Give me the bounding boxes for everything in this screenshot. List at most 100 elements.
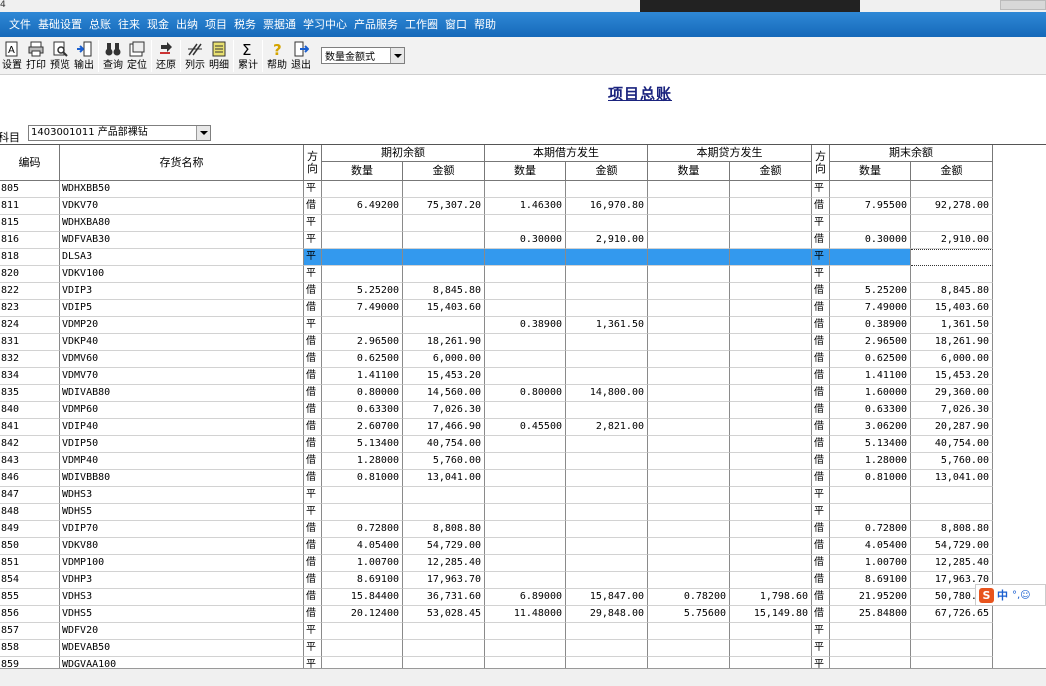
table-row[interactable]: 855 VDHS3 借 15.84400 36,731.60 6.89000 15,847.… <box>0 589 1046 606</box>
cell-opening-amount[interactable]: 13,041.00 <box>403 470 485 487</box>
cell-code[interactable]: 847 <box>0 487 60 504</box>
cell-name[interactable]: VDKV100 <box>60 266 304 283</box>
cell-name[interactable]: VDKV80 <box>60 538 304 555</box>
cell-debit-amount[interactable] <box>566 334 648 351</box>
cell-credit-amount[interactable] <box>730 555 812 572</box>
cell-credit-amount[interactable] <box>730 283 812 300</box>
cell-opening-amount[interactable] <box>403 623 485 640</box>
cell-direction[interactable]: 借 <box>304 385 322 402</box>
cell-debit-amount[interactable] <box>566 640 648 657</box>
table-row[interactable]: 824 VDMP20 平 0.38900 1,361.50 借 0.38900 1,361.5… <box>0 317 1046 334</box>
cell-closing-qty[interactable]: 3.06200 <box>830 419 911 436</box>
cell-debit-amount[interactable]: 29,848.00 <box>566 606 648 623</box>
table-row[interactable]: 854 VDHP3 借 8.69100 17,963.70 借 8.69100 17,963.… <box>0 572 1046 589</box>
cell-opening-amount[interactable] <box>403 266 485 283</box>
cell-direction[interactable]: 借 <box>304 402 322 419</box>
cell-credit-amount[interactable] <box>730 232 812 249</box>
cell-credit-qty[interactable] <box>648 232 730 249</box>
table-row[interactable]: 856 VDHS5 借 20.12400 53,028.45 11.48000 29,848… <box>0 606 1046 623</box>
sigma-button[interactable]: Σ 累计 <box>236 37 260 73</box>
binoculars-button[interactable]: 查询 <box>101 37 125 73</box>
table-row[interactable]: 851 VDMP100 借 1.00700 12,285.40 借 1.00700 12,28… <box>0 555 1046 572</box>
cell-opening-qty[interactable] <box>322 215 403 232</box>
cell-credit-amount[interactable] <box>730 181 812 198</box>
cell-credit-qty[interactable]: 0.78200 <box>648 589 730 606</box>
cell-debit-qty[interactable] <box>485 334 566 351</box>
cell-closing-direction[interactable]: 借 <box>812 317 830 334</box>
cell-opening-qty[interactable] <box>322 232 403 249</box>
cell-closing-amount[interactable]: 8,808.80 <box>911 521 993 538</box>
cell-opening-qty[interactable]: 1.41100 <box>322 368 403 385</box>
cell-closing-amount[interactable] <box>911 266 993 283</box>
cell-code[interactable]: 816 <box>0 232 60 249</box>
cell-credit-amount[interactable] <box>730 538 812 555</box>
menu-item[interactable]: 帮助 <box>474 14 496 36</box>
cell-credit-qty[interactable] <box>648 402 730 419</box>
cell-code[interactable]: 851 <box>0 555 60 572</box>
cell-credit-amount[interactable] <box>730 385 812 402</box>
cell-credit-amount[interactable] <box>730 419 812 436</box>
cell-direction[interactable]: 借 <box>304 453 322 470</box>
cell-credit-qty[interactable] <box>648 436 730 453</box>
cell-closing-qty[interactable]: 1.00700 <box>830 555 911 572</box>
cell-code[interactable]: 849 <box>0 521 60 538</box>
cell-debit-amount[interactable] <box>566 555 648 572</box>
cell-name[interactable]: WDHXBB50 <box>60 181 304 198</box>
cell-credit-qty[interactable] <box>648 249 730 266</box>
cell-closing-qty[interactable] <box>830 504 911 521</box>
table-row[interactable]: 834 VDMV70 借 1.41100 15,453.20 借 1.41100 15,453… <box>0 368 1046 385</box>
cell-closing-direction[interactable]: 借 <box>812 300 830 317</box>
cell-debit-qty[interactable] <box>485 436 566 453</box>
cell-code[interactable]: 842 <box>0 436 60 453</box>
cell-credit-qty[interactable] <box>648 351 730 368</box>
cell-opening-amount[interactable] <box>403 640 485 657</box>
cell-code[interactable]: 820 <box>0 266 60 283</box>
cell-debit-amount[interactable]: 15,847.00 <box>566 589 648 606</box>
cell-closing-qty[interactable]: 0.63300 <box>830 402 911 419</box>
cell-code[interactable]: 840 <box>0 402 60 419</box>
menu-item[interactable]: 工作圈 <box>405 14 438 36</box>
cell-closing-qty[interactable]: 7.95500 <box>830 198 911 215</box>
cell-credit-qty[interactable] <box>648 623 730 640</box>
cell-direction[interactable]: 借 <box>304 419 322 436</box>
cell-credit-qty[interactable] <box>648 283 730 300</box>
cell-opening-qty[interactable]: 5.13400 <box>322 436 403 453</box>
cell-name[interactable]: VDIP50 <box>60 436 304 453</box>
cell-name[interactable]: WDFVAB30 <box>60 232 304 249</box>
cell-name[interactable]: VDKP40 <box>60 334 304 351</box>
cell-closing-amount[interactable] <box>911 181 993 198</box>
cell-opening-amount[interactable]: 14,560.00 <box>403 385 485 402</box>
cell-name[interactable]: VDMP40 <box>60 453 304 470</box>
cell-opening-amount[interactable]: 7,026.30 <box>403 402 485 419</box>
columns-button[interactable]: 列示 <box>183 37 207 73</box>
table-row[interactable]: 820 VDKV100 平平 <box>0 266 1046 283</box>
menu-item[interactable]: 税务 <box>234 14 256 36</box>
cell-direction[interactable]: 借 <box>304 470 322 487</box>
cell-debit-qty[interactable] <box>485 555 566 572</box>
cell-opening-qty[interactable] <box>322 623 403 640</box>
cell-debit-amount[interactable]: 2,910.00 <box>566 232 648 249</box>
cell-name[interactable]: VDMP100 <box>60 555 304 572</box>
table-row[interactable]: 843 VDMP40 借 1.28000 5,760.00 借 1.28000 5,760.0… <box>0 453 1046 470</box>
cell-closing-amount[interactable]: 15,403.60 <box>911 300 993 317</box>
col-header-debit-qty[interactable]: 数量 <box>485 162 566 181</box>
cell-closing-direction[interactable]: 借 <box>812 198 830 215</box>
cell-direction[interactable]: 平 <box>304 215 322 232</box>
cell-debit-amount[interactable]: 16,970.80 <box>566 198 648 215</box>
table-row[interactable]: 840 VDMP60 借 0.63300 7,026.30 借 0.63300 7,026.3… <box>0 402 1046 419</box>
cell-debit-qty[interactable] <box>485 504 566 521</box>
cell-code[interactable]: 855 <box>0 589 60 606</box>
cell-closing-direction[interactable]: 借 <box>812 538 830 555</box>
cell-closing-amount[interactable]: 40,754.00 <box>911 436 993 453</box>
cell-debit-qty[interactable]: 0.30000 <box>485 232 566 249</box>
cell-opening-qty[interactable] <box>322 317 403 334</box>
cell-opening-amount[interactable] <box>403 317 485 334</box>
cell-name[interactable]: WDHS3 <box>60 487 304 504</box>
cell-opening-qty[interactable]: 1.28000 <box>322 453 403 470</box>
cell-debit-amount[interactable] <box>566 504 648 521</box>
cell-closing-qty[interactable]: 0.30000 <box>830 232 911 249</box>
cell-code[interactable]: 843 <box>0 453 60 470</box>
cell-direction[interactable]: 借 <box>304 538 322 555</box>
cell-direction[interactable]: 平 <box>304 504 322 521</box>
cell-credit-amount[interactable] <box>730 487 812 504</box>
